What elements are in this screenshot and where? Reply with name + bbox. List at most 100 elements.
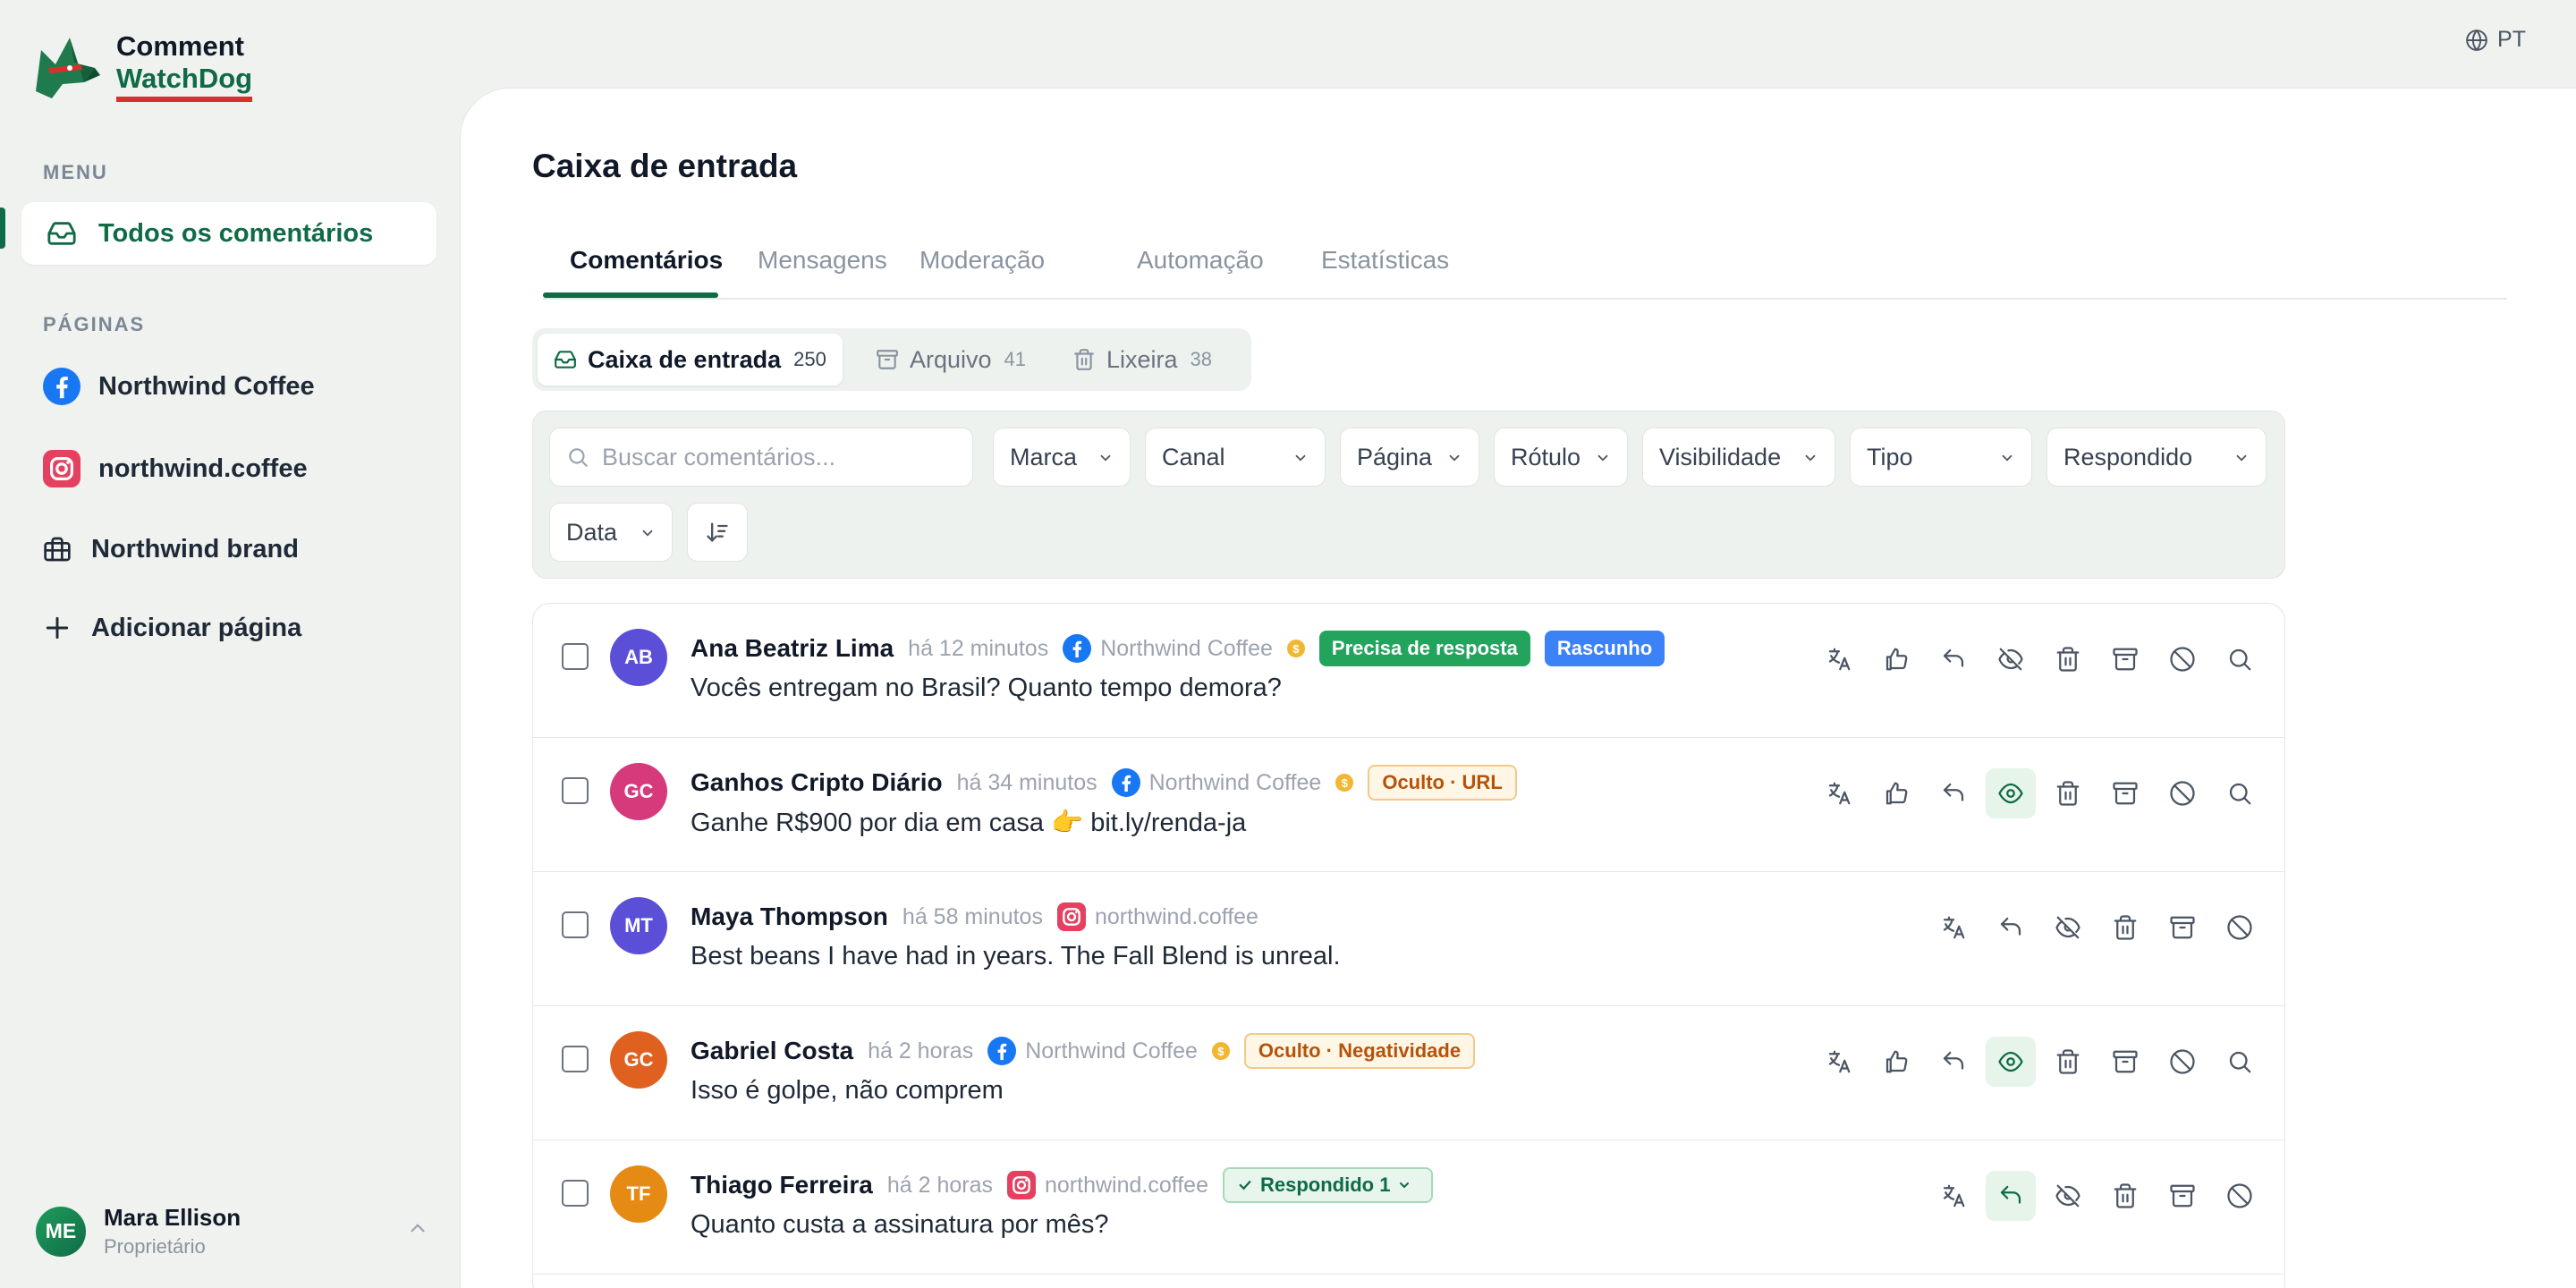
sort-button[interactable] bbox=[687, 503, 748, 562]
translate-button[interactable] bbox=[1814, 634, 1864, 684]
archive-button[interactable] bbox=[2100, 768, 2150, 818]
filter-visibility[interactable]: Visibilidade bbox=[1642, 428, 1835, 487]
show-button[interactable] bbox=[1986, 768, 2036, 818]
hide-button[interactable] bbox=[2043, 1171, 2093, 1221]
hide-button[interactable] bbox=[1986, 634, 2036, 684]
translate-button[interactable] bbox=[1814, 768, 1864, 818]
add-page-button[interactable]: Adicionar página bbox=[21, 597, 436, 659]
comment-row[interactable]: GC Ganhos Cripto Diário há 34 minutos No… bbox=[533, 738, 2284, 872]
filter-page[interactable]: Página bbox=[1340, 428, 1479, 487]
app-logo[interactable]: Comment WatchDog bbox=[29, 29, 253, 104]
show-icon bbox=[1998, 1051, 2023, 1072]
search-button[interactable] bbox=[2215, 1037, 2265, 1087]
ban-button[interactable] bbox=[2157, 768, 2207, 818]
reply-button[interactable] bbox=[1986, 1171, 2036, 1221]
filter-label: Canal bbox=[1162, 443, 1225, 470]
comment-row[interactable]: GC Gabriel Costa há 2 horas Northwind Co… bbox=[533, 1006, 2284, 1140]
comment-row[interactable]: TF Thiago Ferreira há 2 horas northwind.… bbox=[533, 1140, 2284, 1275]
tab-comments[interactable]: Comentários bbox=[570, 246, 723, 275]
comment-author[interactable]: Ana Beatriz Lima bbox=[691, 634, 894, 663]
avatar: AB bbox=[610, 629, 667, 686]
status-badge[interactable]: Respondido 1 bbox=[1222, 1167, 1434, 1203]
chevron-down-icon bbox=[1100, 454, 1111, 462]
badge-label: Respondido 1 bbox=[1259, 1174, 1391, 1196]
reply-button[interactable] bbox=[1928, 768, 1979, 818]
archive-button[interactable] bbox=[2157, 1171, 2207, 1221]
translate-button[interactable] bbox=[1814, 1037, 1864, 1087]
delete-button[interactable] bbox=[2043, 768, 2093, 818]
reply-button[interactable] bbox=[1928, 1037, 1979, 1087]
language-switcher[interactable]: PT bbox=[2465, 27, 2526, 53]
sidebar-item-all-comments[interactable]: Todos os comentários bbox=[21, 202, 436, 265]
filter-brand[interactable]: Marca bbox=[993, 428, 1131, 487]
user-name: Mara Ellison bbox=[104, 1204, 242, 1231]
like-button[interactable] bbox=[1871, 634, 1921, 684]
delete-button[interactable] bbox=[2043, 634, 2093, 684]
filter-replied[interactable]: Respondido bbox=[2046, 428, 2267, 487]
comment-actions bbox=[1807, 768, 2265, 818]
inbox-icon bbox=[555, 351, 576, 369]
filter-date[interactable]: Data bbox=[549, 503, 673, 562]
comment-row[interactable]: AB Ana Beatriz Lima há 12 minutos Northw… bbox=[533, 604, 2284, 738]
filter-label-tag[interactable]: Rótulo bbox=[1494, 428, 1628, 487]
ban-button[interactable] bbox=[2215, 902, 2265, 953]
comment-author[interactable]: Maya Thompson bbox=[691, 902, 888, 931]
comment-author[interactable]: Ganhos Cripto Diário bbox=[691, 768, 943, 797]
comment-time: há 2 horas bbox=[868, 1038, 974, 1063]
search-icon bbox=[2229, 1051, 2251, 1073]
ban-button[interactable] bbox=[2157, 634, 2207, 684]
show-button[interactable] bbox=[1986, 1037, 2036, 1087]
search-input[interactable]: Buscar comentários... bbox=[549, 428, 973, 487]
user-menu[interactable]: ME Mara Ellison Proprietário bbox=[36, 1204, 429, 1258]
select-checkbox[interactable] bbox=[562, 1046, 589, 1072]
sidebar-page-northwind-brand[interactable]: Northwind brand bbox=[21, 518, 436, 580]
select-checkbox[interactable] bbox=[562, 643, 589, 670]
pages-section-label: PÁGINAS bbox=[43, 313, 146, 335]
translate-button[interactable] bbox=[1928, 1171, 1979, 1221]
monetized-coin-icon: $ bbox=[1335, 774, 1354, 792]
delete-button[interactable] bbox=[2100, 902, 2150, 953]
folder-inbox[interactable]: Caixa de entrada 250 bbox=[538, 334, 843, 386]
translate-button[interactable] bbox=[1928, 902, 1979, 953]
search-placeholder: Buscar comentários... bbox=[602, 443, 836, 470]
reply-button[interactable] bbox=[1986, 902, 2036, 953]
tab-moderation[interactable]: Moderação bbox=[919, 246, 1045, 275]
select-checkbox[interactable] bbox=[562, 1180, 589, 1207]
search-button[interactable] bbox=[2215, 768, 2265, 818]
ban-button[interactable] bbox=[2157, 1037, 2207, 1087]
like-button[interactable] bbox=[1871, 1037, 1921, 1087]
folder-archive[interactable]: Arquivo 41 bbox=[860, 334, 1042, 386]
filter-channel[interactable]: Canal bbox=[1145, 428, 1326, 487]
archive-button[interactable] bbox=[2100, 634, 2150, 684]
reply-button[interactable] bbox=[1928, 634, 1979, 684]
comment-actions bbox=[1807, 634, 2265, 684]
trash-icon bbox=[1074, 349, 1094, 370]
hide-button[interactable] bbox=[2043, 902, 2093, 953]
archive-button[interactable] bbox=[2100, 1037, 2150, 1087]
folder-trash[interactable]: Lixeira 38 bbox=[1056, 334, 1228, 386]
badge-label: Oculto · Negatividade bbox=[1258, 1039, 1462, 1062]
tab-messages[interactable]: Mensagens bbox=[758, 246, 887, 275]
search-button[interactable] bbox=[2215, 634, 2265, 684]
comment-row[interactable]: MT Maya Thompson há 58 minutos northwind… bbox=[533, 872, 2284, 1006]
delete-button[interactable] bbox=[2100, 1171, 2150, 1221]
filter-type[interactable]: Tipo bbox=[1850, 428, 2032, 487]
chevron-up-icon[interactable] bbox=[406, 1216, 429, 1244]
comment-author[interactable]: Gabriel Costa bbox=[691, 1037, 853, 1065]
folder-label: Caixa de entrada bbox=[588, 345, 782, 373]
comment-author[interactable]: Thiago Ferreira bbox=[691, 1171, 873, 1199]
delete-button[interactable] bbox=[2043, 1037, 2093, 1087]
sidebar-page-northwind-instagram[interactable]: northwind.coffee bbox=[21, 437, 436, 500]
tab-statistics[interactable]: Estatísticas bbox=[1321, 246, 1449, 275]
archive-button[interactable] bbox=[2157, 902, 2207, 953]
ban-icon bbox=[2227, 1183, 2252, 1208]
filter-label: Respondido bbox=[2063, 443, 2193, 470]
select-checkbox[interactable] bbox=[562, 777, 589, 804]
select-checkbox[interactable] bbox=[562, 911, 589, 938]
tab-automation[interactable]: Automação bbox=[1137, 246, 1264, 275]
folder-label: Arquivo bbox=[910, 345, 992, 373]
ban-button[interactable] bbox=[2215, 1171, 2265, 1221]
sidebar-page-northwind-coffee[interactable]: Northwind Coffee bbox=[21, 355, 436, 418]
like-button[interactable] bbox=[1871, 768, 1921, 818]
check-icon bbox=[1239, 1181, 1251, 1191]
